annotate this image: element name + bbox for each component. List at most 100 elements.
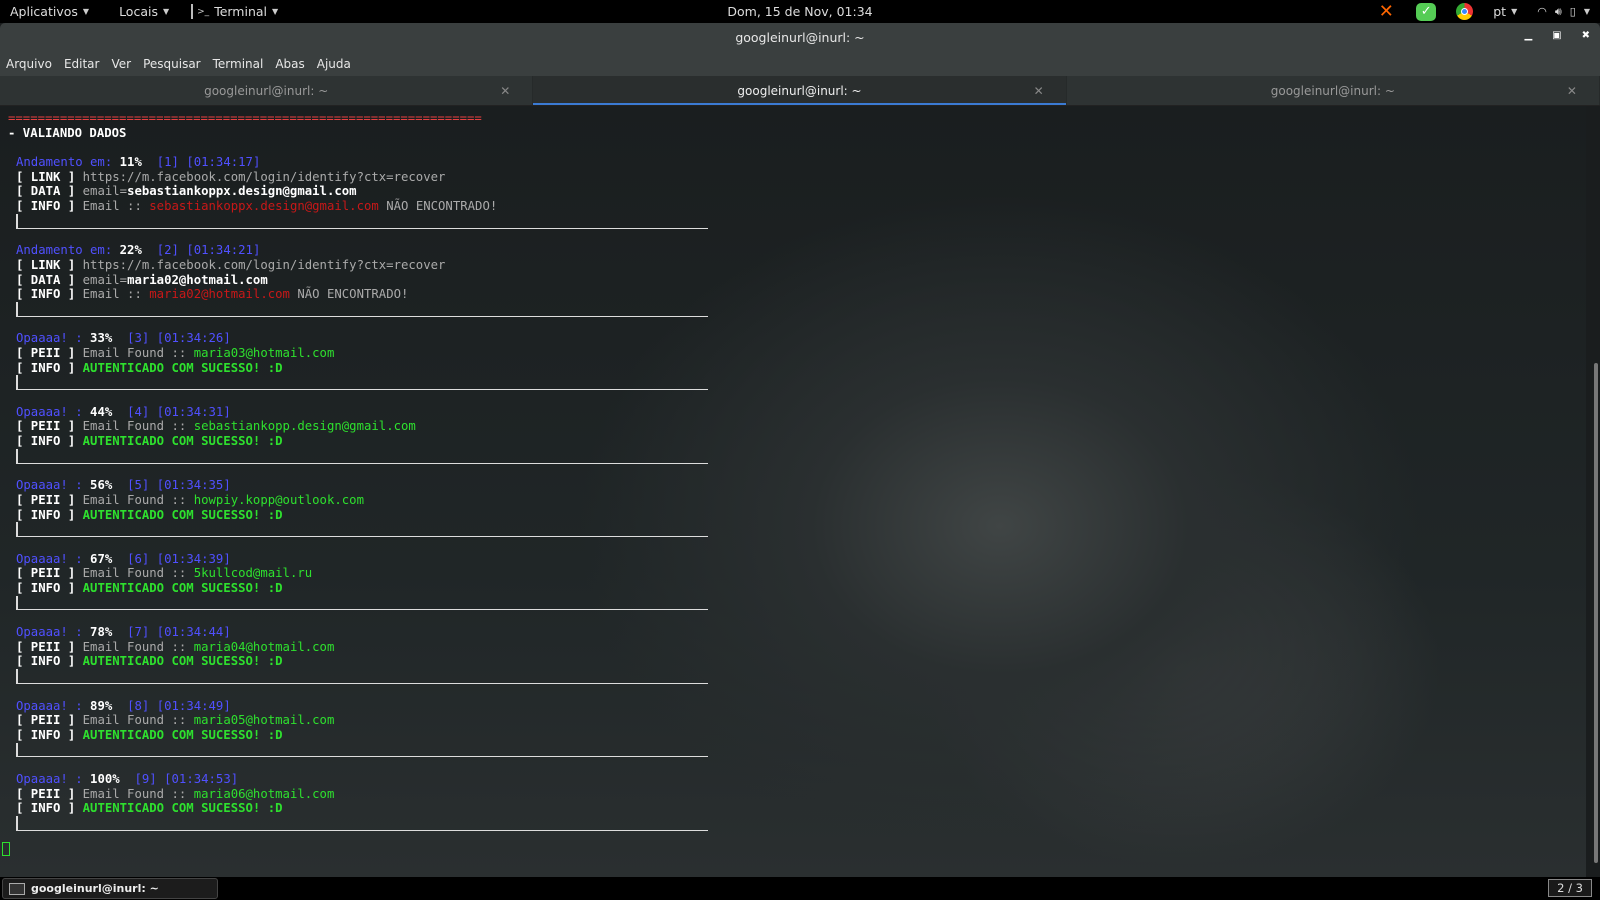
check-update-icon[interactable]: ✓ bbox=[1416, 2, 1437, 21]
close-tab-icon[interactable]: ✕ bbox=[1567, 84, 1577, 98]
timestamp: [01:34:49] bbox=[156, 698, 231, 713]
status-success: AUTENTICADO COM SUCESSO! :D bbox=[82, 434, 283, 449]
close-tab-icon[interactable]: ✕ bbox=[1034, 84, 1044, 98]
email-found: howpiy.kopp@outlook.com bbox=[193, 492, 364, 507]
applications-menu[interactable]: Aplicativos ▼ bbox=[10, 4, 89, 19]
battery-icon: ▯ bbox=[1569, 5, 1576, 18]
tag-link: [ LINK ] bbox=[16, 169, 76, 184]
tag-peii: [ PEII ] bbox=[16, 492, 76, 507]
tag-info: [ INFO ] bbox=[16, 727, 76, 742]
tag-info: [ INFO ] bbox=[16, 434, 76, 449]
result-block: Opaaaa! : 67% [6] [01:34:39] [ PEII ] Ema… bbox=[16, 552, 1586, 625]
status-not-found: NÃO ENCONTRADO! bbox=[297, 287, 409, 302]
separator bbox=[16, 595, 708, 611]
progress-label: Andamento em: bbox=[16, 155, 113, 170]
result-block: Andamento em: 22% [2] [01:34:21] [ LINK ]… bbox=[16, 243, 1586, 331]
email-value: sebastiankoppx.design@gmail.com bbox=[127, 184, 357, 199]
timestamp: [01:34:31] bbox=[156, 404, 231, 419]
taskbar-item-terminal[interactable]: googleinurl@inurl: ~ bbox=[2, 878, 218, 899]
caret-down-icon: ▼ bbox=[272, 7, 279, 16]
tag-info: [ INFO ] bbox=[16, 199, 76, 214]
email-failed: maria02@hotmail.com bbox=[149, 287, 290, 302]
email-found-prefix: Email Found :: bbox=[82, 639, 194, 654]
terminal-output[interactable]: ========================================… bbox=[0, 106, 1586, 877]
tag-peii: [ PEII ] bbox=[16, 713, 76, 728]
tag-info: [ INFO ] bbox=[16, 801, 76, 816]
title-bar[interactable]: googleinurl@inurl: ~ ▁ ▣ ✖ bbox=[0, 23, 1600, 51]
menu-abas[interactable]: Abas bbox=[275, 57, 304, 71]
language-selector[interactable]: pt ▼ bbox=[1493, 4, 1517, 19]
close-button[interactable]: ✖ bbox=[1582, 30, 1590, 41]
rule-line: ========================================… bbox=[8, 111, 482, 125]
email-found-prefix: Email Found :: bbox=[82, 713, 194, 728]
places-menu[interactable]: Locais ▼ bbox=[119, 4, 169, 19]
separator bbox=[16, 213, 708, 229]
result-block: Opaaaa! : 44% [4] [01:34:31] [ PEII ] Ema… bbox=[16, 405, 1586, 478]
email-found-prefix: Email Found :: bbox=[82, 419, 194, 434]
tab-1[interactable]: googleinurl@inurl: ~ ✕ bbox=[0, 76, 534, 105]
email-value: maria02@hotmail.com bbox=[127, 272, 268, 287]
tab-bar: googleinurl@inurl: ~ ✕ googleinurl@inurl:… bbox=[0, 76, 1600, 106]
separator bbox=[16, 742, 708, 758]
separator bbox=[16, 522, 708, 537]
app-menu-terminal[interactable]: >_ Terminal ▼ bbox=[191, 4, 278, 19]
caret-down-icon: ▼ bbox=[1511, 7, 1518, 16]
email-found: maria03@hotmail.com bbox=[193, 346, 335, 360]
maximize-button[interactable]: ▣ bbox=[1552, 30, 1561, 41]
minimize-button[interactable]: ▁ bbox=[1524, 30, 1532, 41]
caret-down-icon: ▼ bbox=[82, 7, 90, 16]
email-found: sebastiankopp.design@gmail.com bbox=[193, 419, 416, 434]
progress-label: Andamento em: bbox=[16, 243, 113, 258]
tab-label: googleinurl@inurl: ~ bbox=[737, 83, 862, 98]
scrollbar[interactable] bbox=[1594, 363, 1598, 863]
status-success: AUTENTICADO COM SUCESSO! :D bbox=[82, 507, 283, 522]
item-index: [2] bbox=[156, 243, 179, 258]
timestamp: [01:34:17] bbox=[186, 155, 261, 170]
progress-percent: 78% bbox=[90, 625, 113, 640]
section-heading: - VALIANDO DADOS bbox=[8, 125, 127, 140]
tag-data: [ DATA ] bbox=[16, 272, 76, 287]
email-found-prefix: Email Found :: bbox=[82, 346, 194, 360]
tab-label: googleinurl@inurl: ~ bbox=[204, 83, 329, 98]
separator bbox=[16, 816, 708, 831]
menu-pesquisar[interactable]: Pesquisar bbox=[143, 57, 201, 71]
timestamp: [01:34:35] bbox=[156, 478, 231, 493]
tag-data: [ DATA ] bbox=[16, 184, 76, 199]
close-tab-icon[interactable]: ✕ bbox=[500, 84, 510, 98]
tag-info: [ INFO ] bbox=[16, 581, 76, 595]
status-menu[interactable]: ◠ 🔊︎ ▯ ▼ bbox=[1537, 5, 1590, 19]
progress-label: Opaaaa! : bbox=[16, 331, 83, 346]
top-panel: Aplicativos ▼ Locais ▼ >_ Terminal ▼ Dom, 15… bbox=[0, 0, 1600, 23]
menu-ver[interactable]: Ver bbox=[111, 57, 131, 71]
menu-editar[interactable]: Editar bbox=[64, 57, 100, 71]
separator bbox=[16, 448, 708, 464]
menu-arquivo[interactable]: Arquivo bbox=[6, 57, 52, 71]
result-block: Opaaaa! : 33% [3] [01:34:26] [ PEII ] Ema… bbox=[16, 331, 1586, 404]
link-url: https://m.facebook.com/login/identify?ct… bbox=[82, 169, 446, 184]
progress-percent: 100% bbox=[90, 771, 120, 786]
app-menu-label: Terminal bbox=[214, 4, 268, 19]
menu-terminal[interactable]: Terminal bbox=[213, 57, 264, 71]
email-found: maria05@hotmail.com bbox=[193, 713, 335, 728]
menu-bar: Arquivo Editar Ver Pesquisar Terminal Ab… bbox=[0, 51, 1600, 76]
xchat-icon[interactable]: ✕ bbox=[1376, 1, 1396, 22]
workspace-indicator[interactable]: 2 / 3 bbox=[1548, 879, 1592, 897]
chrome-icon[interactable] bbox=[1456, 3, 1474, 20]
separator bbox=[16, 375, 708, 391]
tab-3[interactable]: googleinurl@inurl: ~ ✕ bbox=[1067, 76, 1600, 105]
status-success: AUTENTICADO COM SUCESSO! :D bbox=[82, 801, 283, 816]
tab-2[interactable]: googleinurl@inurl: ~ ✕ bbox=[533, 76, 1067, 105]
timestamp: [01:34:44] bbox=[156, 625, 231, 640]
tag-peii: [ PEII ] bbox=[16, 419, 76, 434]
result-block: Opaaaa! : 56% [5] [01:34:35] [ PEII ] Ema… bbox=[16, 478, 1586, 551]
email-found: maria06@hotmail.com bbox=[193, 786, 335, 801]
email-found: maria04@hotmail.com bbox=[193, 639, 335, 654]
progress-percent: 56% bbox=[90, 478, 113, 493]
menu-ajuda[interactable]: Ajuda bbox=[317, 57, 351, 71]
progress-percent: 44% bbox=[90, 404, 113, 419]
progress-percent: 22% bbox=[119, 243, 142, 258]
bottom-panel: googleinurl@inurl: ~ 2 / 3 bbox=[0, 877, 1600, 900]
tag-peii: [ PEII ] bbox=[16, 639, 76, 654]
timestamp: [01:34:26] bbox=[156, 331, 231, 346]
item-index: [6] bbox=[127, 551, 150, 566]
